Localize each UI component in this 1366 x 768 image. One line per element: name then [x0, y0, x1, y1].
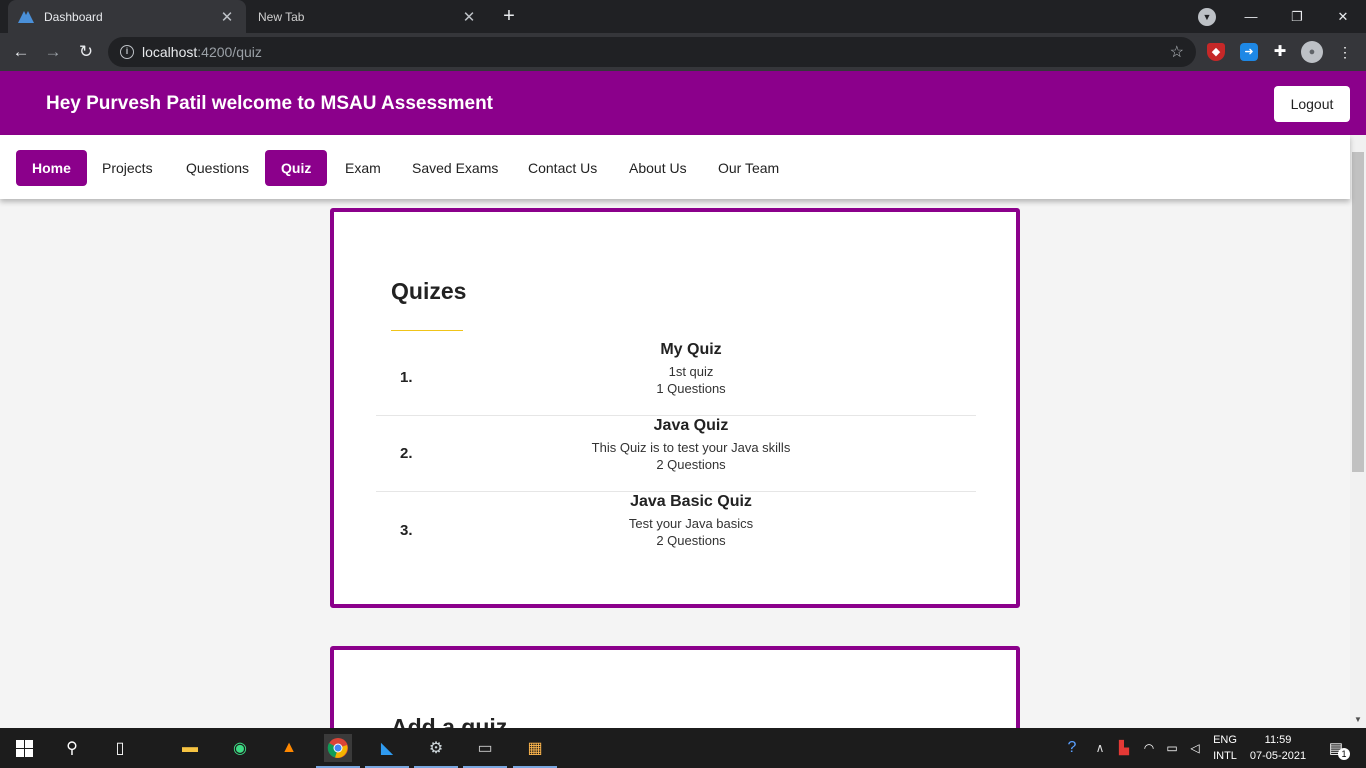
- heading-underline: [391, 330, 463, 331]
- back-arrow-icon[interactable]: ←: [10, 41, 32, 63]
- close-tab-icon[interactable]: ✕: [218, 8, 236, 26]
- clock-date: 07-05-2021: [1249, 750, 1307, 762]
- site-info-icon[interactable]: i: [120, 45, 134, 59]
- quiz-details: My Quiz 1st quiz 1 Questions: [406, 340, 976, 397]
- quiz-name: Java Quiz: [653, 417, 729, 434]
- task-view-icon[interactable]: ▯: [106, 734, 134, 762]
- quiz-description: 1st quiz: [668, 364, 714, 379]
- nav-projects[interactable]: Projects: [86, 150, 169, 186]
- tab-title: Dashboard: [44, 9, 103, 24]
- nav-saved-exams[interactable]: Saved Exams: [396, 150, 514, 186]
- quiz-description: Test your Java basics: [628, 516, 754, 531]
- browser-menu-icon[interactable]: ⋮: [1336, 43, 1354, 61]
- keyboard-layout: INTL: [1213, 750, 1237, 762]
- settings-gear-icon[interactable]: ⚙: [414, 734, 458, 768]
- language-indicator[interactable]: ENG INTL: [1212, 732, 1238, 764]
- notification-count-badge: 1: [1338, 748, 1350, 760]
- language-code: ENG: [1213, 734, 1237, 746]
- nav-our-team[interactable]: Our Team: [702, 150, 795, 186]
- vscode-icon[interactable]: ◣: [365, 734, 409, 768]
- quiz-question-count: 2 Questions: [656, 457, 726, 472]
- profile-avatar-icon[interactable]: ●: [1301, 41, 1323, 63]
- forward-arrow-icon[interactable]: →: [42, 41, 64, 63]
- tab-dashboard[interactable]: Dashboard ✕: [8, 0, 246, 33]
- app-header: Hey Purvesh Patil welcome to MSAU Assess…: [0, 71, 1366, 135]
- app-launcher-icon[interactable]: ▦: [513, 734, 557, 768]
- quiz-list-item[interactable]: 1. My Quiz 1st quiz 1 Questions: [376, 340, 976, 416]
- chrome-icon[interactable]: [316, 734, 360, 768]
- tab-title: New Tab: [258, 9, 305, 24]
- windows-taskbar: ⚲ ▯ ▬ ◉ ▲ ◣ ⚙ ▭ ▦ ? ∧ ▙ ◠ ▭ ◁ ENG INTL 1…: [0, 728, 1366, 768]
- scroll-down-icon[interactable]: ▼: [1354, 715, 1362, 724]
- vlc-icon[interactable]: ▲: [275, 734, 303, 762]
- url-path: :4200/quiz: [197, 44, 262, 60]
- minimize-icon[interactable]: —: [1228, 9, 1274, 24]
- quiz-details: Java Quiz This Quiz is to test your Java…: [406, 416, 976, 473]
- main-nav: Home Projects Questions Quiz Exam Saved …: [0, 135, 1350, 199]
- search-icon[interactable]: ⚲: [58, 734, 86, 762]
- close-window-icon[interactable]: ✕: [1320, 9, 1366, 25]
- windows-start-icon[interactable]: [10, 734, 38, 762]
- scrollbar-thumb[interactable]: [1352, 152, 1364, 472]
- browser-toolbar: ← → ↻ i localhost :4200/quiz ☆ ◆ ➜ ✚ ● ⋮: [0, 33, 1366, 71]
- logout-button[interactable]: Logout: [1274, 86, 1350, 122]
- quiz-name: Java Basic Quiz: [630, 493, 752, 510]
- notification-center-icon[interactable]: ▤ 1: [1322, 734, 1350, 762]
- clock-time: 11:59: [1264, 734, 1292, 746]
- quiz-list-item[interactable]: 3. Java Basic Quiz Test your Java basics…: [376, 492, 976, 568]
- quizzes-card: Quizes 1. My Quiz 1st quiz 1 Questions 2…: [330, 208, 1020, 608]
- quizzes-heading: Quizes: [391, 278, 467, 304]
- nav-about-us[interactable]: About Us: [613, 150, 703, 186]
- quiz-question-count: 2 Questions: [656, 533, 726, 548]
- extension-arrow-icon[interactable]: ➜: [1240, 43, 1258, 61]
- help-icon[interactable]: ?: [1058, 734, 1086, 762]
- nav-questions[interactable]: Questions: [170, 150, 265, 186]
- extensions-puzzle-icon[interactable]: ✚: [1271, 43, 1289, 61]
- reload-icon[interactable]: ↻: [75, 41, 97, 63]
- address-bar[interactable]: i localhost :4200/quiz ☆: [108, 37, 1196, 67]
- nav-quiz[interactable]: Quiz: [265, 150, 328, 186]
- restore-icon[interactable]: ❐: [1274, 9, 1320, 25]
- quiz-name: My Quiz: [660, 341, 722, 358]
- shield-extension-icon[interactable]: ◆: [1207, 43, 1225, 61]
- nav-contact-us[interactable]: Contact Us: [512, 150, 613, 186]
- file-explorer-icon[interactable]: ▬: [176, 734, 204, 762]
- page-title: Hey Purvesh Patil welcome to MSAU Assess…: [46, 93, 494, 114]
- page-scrollbar[interactable]: ▼: [1350, 135, 1366, 728]
- terminal-icon[interactable]: ▭: [463, 734, 507, 768]
- system-clock[interactable]: 11:59 07-05-2021: [1246, 732, 1310, 764]
- tab-new-tab[interactable]: New Tab ✕: [248, 0, 488, 33]
- new-tab-button[interactable]: +: [498, 6, 520, 28]
- app-favicon-icon: [18, 10, 34, 23]
- browser-tab-strip: Dashboard ✕ New Tab ✕ + ▼ — ❐ ✕: [0, 0, 1366, 33]
- window-controls: — ❐ ✕: [1228, 0, 1366, 33]
- nav-home[interactable]: Home: [16, 150, 87, 186]
- close-tab-icon[interactable]: ✕: [460, 8, 478, 26]
- quiz-details: Java Basic Quiz Test your Java basics 2 …: [406, 492, 976, 549]
- nav-exam[interactable]: Exam: [329, 150, 397, 186]
- volume-icon[interactable]: ◁: [1181, 734, 1209, 762]
- bookmark-star-icon[interactable]: ☆: [1170, 42, 1184, 62]
- quiz-description: This Quiz is to test your Java skills: [591, 440, 791, 455]
- quiz-list-item[interactable]: 2. Java Quiz This Quiz is to test your J…: [376, 416, 976, 492]
- pdf-tray-icon[interactable]: ▙: [1110, 734, 1138, 762]
- tab-search-icon[interactable]: ▼: [1198, 8, 1216, 26]
- android-studio-icon[interactable]: ◉: [226, 734, 254, 762]
- quiz-question-count: 1 Questions: [656, 381, 726, 396]
- url-host: localhost: [142, 44, 198, 60]
